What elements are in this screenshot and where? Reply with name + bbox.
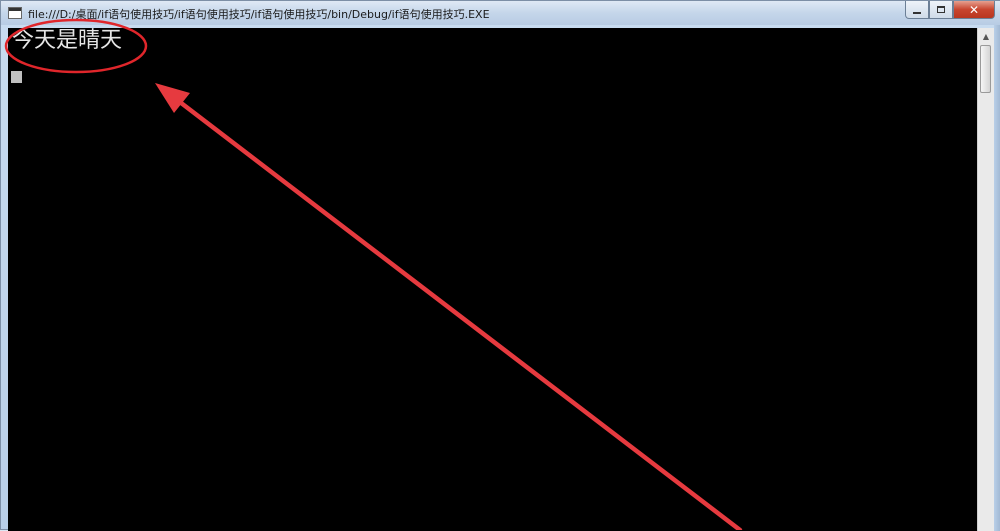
minimize-icon	[913, 11, 921, 14]
console-window: file:///D:/桌面/if语句使用技巧/if语句使用技巧/if语句使用技巧…	[0, 0, 1000, 531]
close-icon: ✕	[968, 2, 980, 17]
minimize-button[interactable]	[905, 1, 929, 19]
maximize-icon	[937, 6, 945, 13]
vertical-scrollbar[interactable]: ▲	[977, 28, 994, 531]
close-button[interactable]: ✕	[953, 1, 995, 19]
scroll-up-arrow-icon[interactable]: ▲	[978, 28, 994, 45]
maximize-button[interactable]	[929, 1, 953, 19]
title-bar[interactable]: file:///D:/桌面/if语句使用技巧/if语句使用技巧/if语句使用技巧…	[1, 1, 1000, 25]
console-output-area[interactable]: 今天是晴天	[8, 28, 977, 531]
console-app-icon[interactable]	[8, 7, 22, 19]
scrollbar-thumb[interactable]	[980, 45, 991, 93]
window-title: file:///D:/桌面/if语句使用技巧/if语句使用技巧/if语句使用技巧…	[28, 8, 490, 21]
text-cursor	[11, 71, 22, 83]
console-output-line: 今天是晴天	[12, 28, 123, 53]
window-frame-right	[994, 25, 1000, 531]
